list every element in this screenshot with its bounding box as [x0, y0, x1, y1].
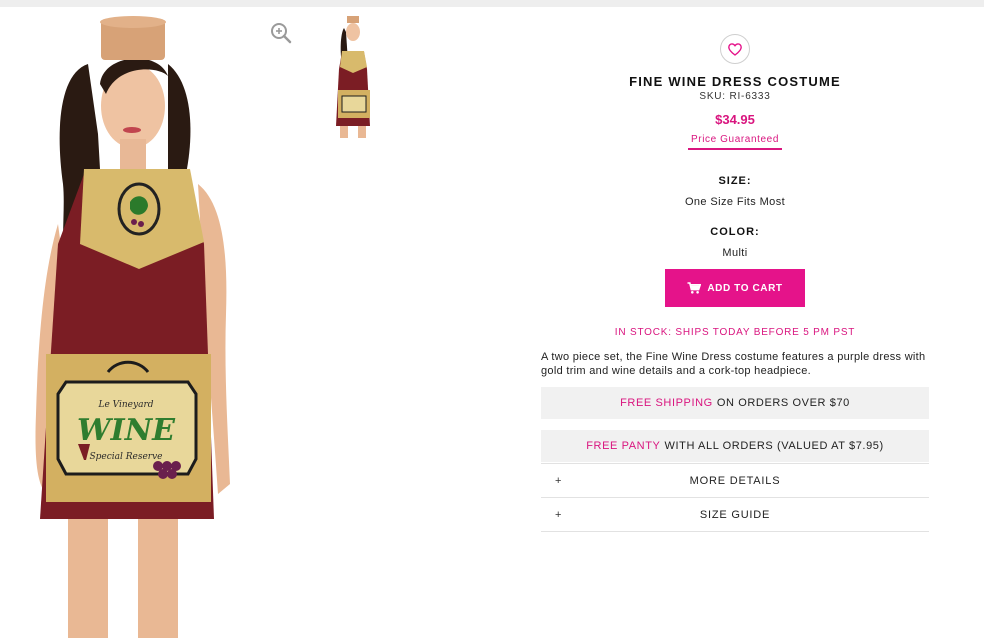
heart-icon: [728, 42, 742, 56]
price-guaranteed-link[interactable]: Price Guaranteed: [688, 134, 782, 150]
zoom-in-icon[interactable]: [270, 22, 292, 44]
size-value: One Size Fits Most: [684, 196, 786, 208]
color-label: COLOR:: [710, 226, 760, 238]
product-price: $34.95: [715, 112, 755, 127]
add-to-cart-button[interactable]: ADD TO CART: [665, 269, 805, 307]
add-to-cart-label: ADD TO CART: [707, 282, 783, 294]
label-brand: Le Vineyard: [97, 400, 153, 410]
label-name: WINE: [77, 413, 176, 448]
product-sku: SKU: RI-6333: [699, 91, 771, 102]
stock-status: IN STOCK: SHIPS TODAY BEFORE 5 PM PST: [614, 327, 856, 338]
promo-highlight: FREE PANTY: [586, 440, 661, 452]
label-sub: Special Reserve: [89, 452, 162, 462]
promo-highlight: FREE SHIPPING: [620, 397, 713, 409]
free-shipping-banner: FREE SHIPPING ON ORDERS OVER $70: [541, 387, 929, 419]
color-value: Multi: [722, 247, 748, 259]
cart-icon: [687, 282, 702, 294]
accordion-divider: [541, 531, 929, 532]
product-title: FINE WINE DRESS COSTUME: [629, 74, 841, 89]
wishlist-button[interactable]: [720, 34, 750, 64]
expand-icon: +: [555, 474, 562, 487]
accordion-label: SIZE GUIDE: [699, 508, 771, 521]
product-description: A two piece set, the Fine Wine Dress cos…: [541, 351, 926, 377]
promo-text: ON ORDERS OVER $70: [716, 397, 850, 409]
accordion-label: MORE DETAILS: [689, 474, 781, 487]
main-product-image[interactable]: Le Vineyard WINE Special Reserve: [18, 14, 248, 638]
expand-icon: +: [555, 508, 562, 521]
size-label: SIZE:: [718, 175, 752, 187]
size-guide-accordion[interactable]: + SIZE GUIDE: [541, 497, 929, 531]
promo-text: WITH ALL ORDERS (VALUED AT $7.95): [664, 440, 884, 452]
free-panty-banner: FREE PANTY WITH ALL ORDERS (VALUED AT $7…: [541, 430, 929, 462]
more-details-accordion[interactable]: + MORE DETAILS: [541, 463, 929, 497]
product-thumbnail[interactable]: [330, 14, 376, 138]
top-bar: [0, 0, 984, 7]
